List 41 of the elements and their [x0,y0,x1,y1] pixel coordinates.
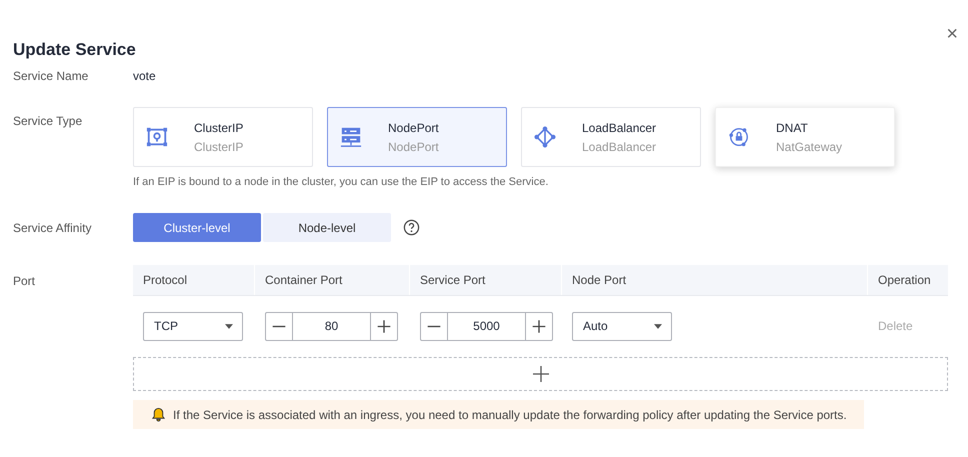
card-title: LoadBalancer [582,120,656,134]
service-type-card[interactable]: LoadBalancer LoadBalancer [521,107,701,167]
service-name-value: vote [133,69,156,83]
network-icon [534,126,556,148]
affinity-toggle[interactable]: Cluster-level [133,213,261,242]
column-header: Container Port [255,265,410,295]
caret-icon [225,324,233,328]
field-label: Service Affinity [13,220,92,235]
node-port-select[interactable]: Auto [572,312,672,340]
card-title: ClusterIP [194,120,244,134]
card-subtitle: NodePort [388,140,439,154]
server-icon [340,126,362,148]
lock-cycle-icon [728,126,750,148]
container-port-stepper[interactable]: 80 [265,312,398,340]
field-label: Port [13,273,36,290]
column-header: Node Port [562,265,868,295]
caret-icon [654,324,662,328]
card-title: DNAT [776,120,809,134]
notice-text: If the Service is associated with an ingress, you need to manually update the forwarding policy after updating the Service ports. [173,408,847,422]
field-label: Service Name [13,69,90,83]
help-icon[interactable] [403,219,420,236]
card-subtitle: NatGateway [776,140,842,154]
field-label: Service Type [13,113,84,130]
column-header: Protocol [133,265,255,295]
card-title: NodePort [388,120,439,134]
dialog-title: Update Service [13,40,136,60]
card-subtitle: LoadBalancer [582,140,656,154]
column-header: Operation [877,272,932,289]
close-button[interactable]: × [946,24,958,44]
card-subtitle: ClusterIP [194,140,244,154]
service-type-card[interactable]: ClusterIP ClusterIP [133,107,313,167]
bell-icon [151,407,166,422]
plus-icon [532,365,550,383]
column-header: Service Port [410,265,562,295]
hint-text: If an EIP is bound to a node in the cluster, you can use the EIP to access the Service. [133,176,550,188]
service-type-card[interactable]: NodePort NodePort [327,107,507,167]
service-type-card[interactable]: DNAT NatGateway [715,107,895,167]
affinity-toggle[interactable]: Node-level [263,213,391,242]
service-port-stepper[interactable]: 5000 [420,312,553,340]
protocol-select[interactable]: TCP [143,312,243,340]
target-icon [146,126,168,148]
